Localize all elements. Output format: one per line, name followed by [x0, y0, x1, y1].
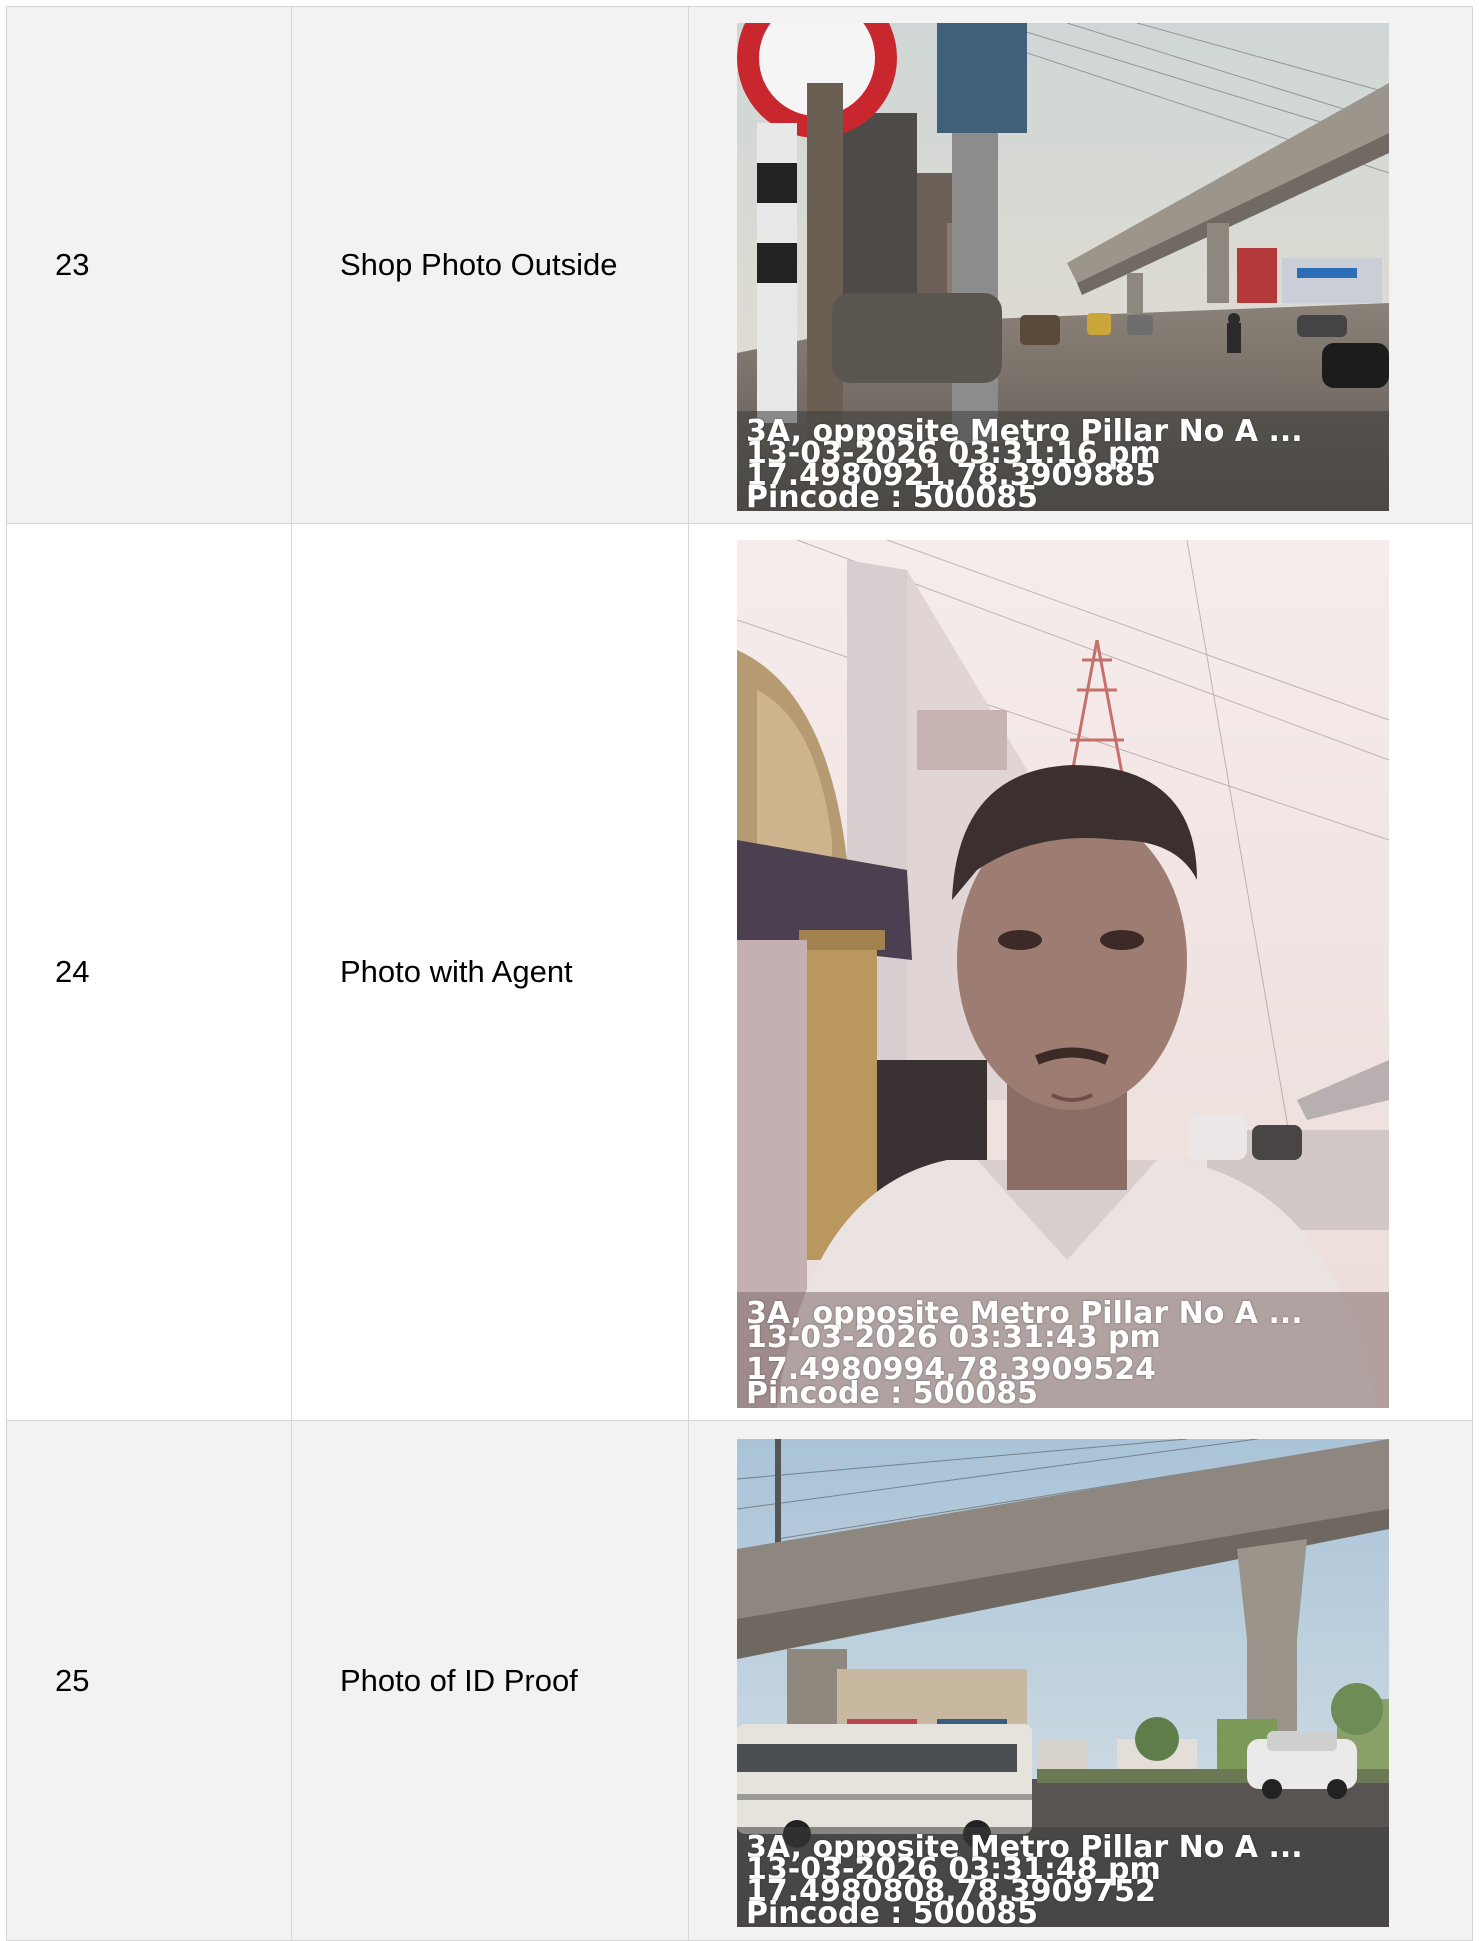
geo-stamp-overlay: 3A, opposite Metro Pillar No A ... 13-03…	[737, 411, 1389, 511]
photo-report-table: 23 Shop Photo Outside 3A, opposite Metro…	[6, 6, 1473, 1941]
table-row: 25 Photo of ID Proof 3A, opposite Metro …	[6, 1420, 1473, 1941]
row-index: 24	[6, 523, 292, 1421]
row-label: Photo with Agent	[291, 523, 689, 1421]
geotagged-photo[interactable]: 3A, opposite Metro Pillar No A ... 13-03…	[737, 23, 1389, 511]
geo-stamp-overlay: 3A, opposite Metro Pillar No A ... 13-03…	[737, 1826, 1389, 1927]
photo-cell: 3A, opposite Metro Pillar No A ... 13-03…	[688, 6, 1473, 524]
row-index: 25	[6, 1420, 292, 1941]
photo-cell: 3A, opposite Metro Pillar No A ... 13-03…	[688, 523, 1473, 1421]
geotagged-photo[interactable]: 3A, opposite Metro Pillar No A ... 13-03…	[737, 540, 1389, 1408]
row-label: Shop Photo Outside	[291, 6, 689, 524]
table-row: 23 Shop Photo Outside 3A, opposite Metro…	[6, 6, 1473, 524]
selfie-photo-image	[737, 540, 1389, 1408]
row-index: 23	[6, 6, 292, 524]
geotagged-photo[interactable]: 3A, opposite Metro Pillar No A ... 13-03…	[737, 1438, 1389, 1927]
row-label: Photo of ID Proof	[291, 1420, 689, 1941]
table-row: 24 Photo with Agent 3A, opposite Metro P…	[6, 523, 1473, 1421]
geo-stamp-overlay: 3A, opposite Metro Pillar No A ... 13-03…	[737, 1292, 1389, 1408]
photo-cell: 3A, opposite Metro Pillar No A ... 13-03…	[688, 1420, 1473, 1941]
